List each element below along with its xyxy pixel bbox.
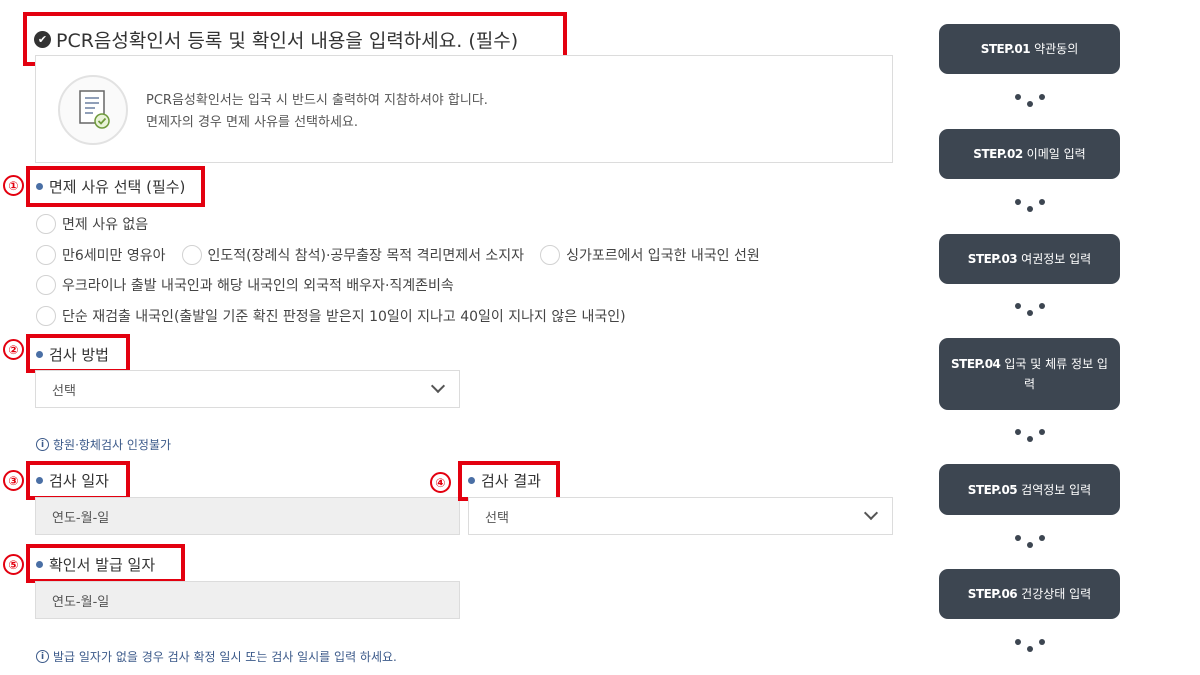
annotation-box-2: [26, 334, 130, 373]
radio-button[interactable]: [36, 214, 56, 234]
step-connector-dots: [1015, 426, 1045, 446]
step-label: 이메일 입력: [1026, 147, 1086, 161]
step-connector-dots: [1015, 91, 1045, 111]
radio-label: 만6세미만 영유아: [62, 248, 166, 264]
radio-label: 단순 재검출 내국인(출발일 기준 확진 판정을 받은지 10일이 지나고 40…: [62, 309, 626, 325]
exemption-radio-row-1: 면제 사유 없음: [36, 214, 164, 234]
radio-label: 면제 사유 없음: [62, 217, 149, 233]
step-06: STEP.06 건강상태 입력: [939, 569, 1120, 619]
step-label: 건강상태 입력: [1021, 587, 1092, 601]
radio-button[interactable]: [36, 306, 56, 326]
chevron-down-icon: [430, 378, 446, 394]
test-date-input[interactable]: 연도-월-일: [35, 497, 460, 535]
exemption-radio-row-4: 단순 재검출 내국인(출발일 기준 확진 판정을 받은지 10일이 지나고 40…: [36, 306, 642, 326]
step-label: 검역정보 입력: [1021, 482, 1092, 497]
issue-date-input[interactable]: 연도-월-일: [35, 581, 460, 619]
radio-button[interactable]: [540, 245, 561, 265]
radio-option-redetection[interactable]: 단순 재검출 내국인(출발일 기준 확진 판정을 받은지 10일이 지나고 40…: [36, 306, 626, 326]
issue-date-note: i 발급 일자가 없을 경우 검사 확정 일시 또는 검사 일시를 입력 하세요…: [36, 648, 397, 665]
step-label: 약관동의: [1034, 42, 1079, 56]
radio-option-ukraine[interactable]: 우크라이나 출발 내국인과 해당 내국인의 외국적 배우자·직계존비속: [36, 275, 454, 295]
document-check-icon: [58, 75, 128, 145]
info-line-1: PCR음성확인서는 입국 시 반드시 출력하여 지참하셔야 합니다.: [146, 93, 488, 108]
step-03: STEP.03 여권정보 입력: [939, 234, 1120, 284]
info-line-2: 면제자의 경우 면제 사유를 선택하세요.: [146, 115, 359, 130]
annotation-box-5: [26, 544, 185, 583]
step-01: STEP.01 약관동의: [939, 24, 1120, 74]
test-date-placeholder: 연도-월-일: [52, 510, 110, 526]
annotation-box-3: [26, 461, 130, 500]
annotation-box-1: [26, 166, 205, 207]
step-connector-dots: [1015, 532, 1045, 552]
info-icon: i: [36, 438, 49, 451]
radio-option-humanitarian[interactable]: 인도적(장례식 참석)·공무출장 목적 격리면제서 소지자: [181, 245, 525, 265]
radio-button[interactable]: [181, 245, 202, 265]
radio-button[interactable]: [36, 275, 56, 295]
radio-button[interactable]: [36, 245, 56, 265]
annotation-marker-2: ②: [3, 339, 24, 360]
step-04: STEP.04 입국 및 체류 정보 입력: [939, 338, 1120, 410]
issue-date-note-text: 발급 일자가 없을 경우 검사 확정 일시 또는 검사 일시를 입력 하세요.: [53, 650, 397, 664]
step-connector-dots: [1015, 636, 1045, 656]
radio-label: 싱가포르에서 입국한 내국인 선원: [566, 248, 760, 264]
step-number: STEP.05: [967, 482, 1018, 497]
step-connector-dots: [1015, 196, 1045, 216]
step-02: STEP.02 이메일 입력: [939, 129, 1120, 179]
annotation-marker-5: ⑤: [3, 554, 24, 575]
info-text: PCR음성확인서는 입국 시 반드시 출력하여 지참하셔야 합니다. 면제자의 …: [146, 90, 488, 134]
annotation-marker-3: ③: [3, 470, 24, 491]
info-box: PCR음성확인서는 입국 시 반드시 출력하여 지참하셔야 합니다. 면제자의 …: [35, 55, 893, 163]
annotation-box-4: [458, 461, 560, 501]
step-05: STEP.05 검역정보 입력: [939, 464, 1120, 515]
method-select[interactable]: 선택: [35, 370, 460, 408]
test-result-select-value: 선택: [485, 510, 509, 526]
step-number: STEP.04: [951, 357, 1001, 371]
radio-option-no-exemption[interactable]: 면제 사유 없음: [36, 214, 148, 234]
step-number: STEP.02: [973, 147, 1023, 161]
method-note: i 항원·항체검사 인정불가: [36, 436, 171, 453]
test-result-select[interactable]: 선택: [468, 497, 893, 535]
annotation-marker-1: ①: [3, 175, 24, 196]
info-icon: i: [36, 650, 49, 663]
radio-label: 우크라이나 출발 내국인과 해당 내국인의 외국적 배우자·직계존비속: [62, 278, 454, 294]
annotation-marker-4: ④: [430, 472, 451, 493]
exemption-radio-row-3: 우크라이나 출발 내국인과 해당 내국인의 외국적 배우자·직계존비속: [36, 275, 470, 295]
radio-option-infant[interactable]: 만6세미만 영유아: [36, 245, 166, 265]
step-connector-dots: [1015, 300, 1045, 320]
step-label: 입국 및 체류 정보 입력: [1004, 357, 1108, 391]
step-number: STEP.06: [967, 587, 1018, 601]
radio-option-seafarer[interactable]: 싱가포르에서 입국한 내국인 선원: [540, 245, 760, 265]
exemption-radio-row-2: 만6세미만 영유아 인도적(장례식 참석)·공무출장 목적 격리면제서 소지자 …: [36, 245, 776, 265]
chevron-down-icon: [863, 505, 879, 521]
method-select-value: 선택: [52, 383, 76, 399]
step-number: STEP.01: [980, 42, 1031, 56]
radio-label: 인도적(장례식 참석)·공무출장 목적 격리면제서 소지자: [207, 248, 525, 264]
issue-date-placeholder: 연도-월-일: [52, 594, 110, 610]
step-number: STEP.03: [967, 252, 1018, 266]
method-note-text: 항원·항체검사 인정불가: [53, 438, 172, 452]
step-label: 여권정보 입력: [1021, 252, 1092, 266]
